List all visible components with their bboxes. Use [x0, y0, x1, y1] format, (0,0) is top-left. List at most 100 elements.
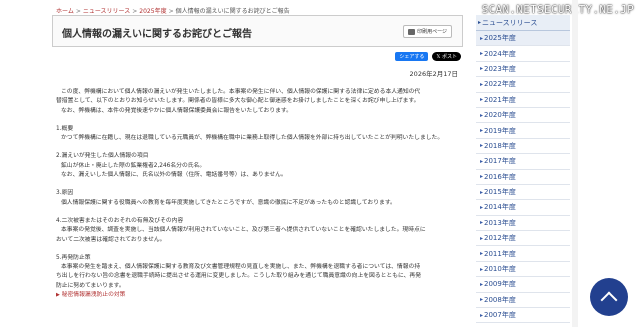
sidebar-item-label: 2009年度 [484, 280, 516, 289]
page-title: 個人情報の漏えいに関するお詫びとご報告 [62, 29, 252, 40]
sidebar-item-label: 2022年度 [484, 80, 516, 89]
chevron-right-icon: ▸ [480, 296, 484, 304]
link-arrow-icon: ▶ [56, 292, 60, 299]
chevron-right-icon: ▸ [480, 80, 484, 88]
sidebar-item-label: 2019年度 [484, 126, 516, 135]
chevron-right-icon: ▸ [480, 127, 484, 135]
section-4-text-1: 本事案の発覚後、調査を実施し、当該個人情報が利用されていないこと、及び第三者へ提… [61, 227, 426, 234]
intro-line-3: なお、弊機構は、本件の発覚後速やかに個人情報保護委員会に報告をいたしております。 [61, 107, 292, 114]
sidebar-item-year[interactable]: ▸ 2014年度 [476, 200, 570, 216]
sidebar-item-label: 2018年度 [484, 141, 516, 150]
chevron-right-icon: ▸ [480, 34, 484, 42]
release-date: 2026年2月17日 [409, 70, 458, 78]
chevron-right-icon: ▸ [480, 173, 484, 181]
chevron-right-icon: ▸ [480, 157, 484, 165]
section-5-text-1: 本事案の発生を踏まえ、個人情報保護に関する教育及び文書管理規程の見直しを実施し、… [61, 264, 421, 271]
sidebar-item-label: 2014年度 [484, 203, 516, 212]
sidebar-item-label: 2020年度 [484, 111, 516, 120]
sidebar-item-year[interactable]: ▸ 2015年度 [476, 185, 570, 201]
sidebar-item-label: 2010年度 [484, 265, 516, 274]
share-buttons: シェアする 𝕏 ポスト [395, 52, 461, 61]
breadcrumb: ホーム > ニュースリリース >2025年度 > 個人情報の漏えいに関するお詫びとご報告 [56, 8, 290, 15]
section-5-text-3: 防止に努めてまいります。 [56, 282, 125, 289]
printer-icon [408, 28, 416, 35]
sidebar-item-year[interactable]: ▸ 2016年度 [476, 170, 570, 185]
section-2-heading: 2.漏えいが発生した個人情報の項目 [56, 153, 149, 160]
related-link-label: 秘密情報漏洩防止の対策 [61, 292, 126, 299]
sidebar-item-year[interactable]: ▸ 2009年度 [476, 277, 570, 293]
x-post-button[interactable]: 𝕏 ポスト [432, 52, 461, 61]
sidebar-item-year[interactable]: ▸ 2007年度 [476, 308, 570, 324]
chevron-right-icon: ▸ [480, 65, 484, 73]
chevron-right-icon: ▸ [480, 142, 484, 150]
x-post-label: ポスト [441, 54, 457, 60]
breadcrumb-current: 個人情報の漏えいに関するお詫びとご報告 [175, 8, 290, 15]
chevron-up-icon [600, 291, 618, 309]
chevron-right-icon: ▸ [480, 111, 484, 119]
sidebar-item-label: 2013年度 [484, 218, 516, 227]
chevron-right-icon: ▸ [480, 234, 484, 242]
sidebar-item-label: 2008年度 [484, 295, 516, 304]
sidebar-item-year[interactable]: ▸ 2018年度 [476, 139, 570, 155]
section-5-heading: 5.再発防止策 [56, 254, 91, 261]
sidebar-item-year[interactable]: ▸ 2012年度 [476, 231, 570, 247]
breadcrumb-news[interactable]: ニュースリリース [83, 8, 130, 15]
scrollbar[interactable] [572, 0, 578, 327]
chevron-right-icon: ▸ [480, 311, 484, 319]
page-title-box: 個人情報の漏えいに関するお詫びとご報告 印刷用ページ [52, 15, 463, 47]
sidebar-item-year[interactable]: ▸ 2011年度 [476, 246, 570, 262]
chevron-right-icon: ▸ [480, 280, 484, 288]
article-body: この度、弊機構において個人情報の漏えいが発生いたしました。本事案の発生に伴い、個… [56, 88, 458, 300]
sidebar-item-label: 2007年度 [484, 311, 516, 320]
sidebar-item-year[interactable]: ▸ 2024年度 [476, 46, 570, 62]
intro-line-1: この度、弊機構において個人情報の漏えいが発生いたしました。本事案の発生に伴い、個… [61, 89, 421, 95]
chevron-right-icon: ▸ [480, 96, 484, 104]
section-1-heading: 1.概要 [56, 125, 74, 132]
related-link[interactable]: ▶ 秘密情報漏洩防止の対策 [56, 291, 458, 300]
sidebar-year-list: ▸ 2025年度 ▸ 2024年度 ▸ 2023年度 ▸ 2022年度 ▸ 2021年度 ▸ 2020… [476, 31, 570, 324]
chevron-right-icon: ▸ [480, 265, 484, 273]
sidebar-heading[interactable]: ▸ ニュースリリース [476, 15, 570, 31]
section-4-text-2: おいて二次被害は確認されておりません。 [56, 236, 166, 243]
sidebar-item-year[interactable]: ▸ 2008年度 [476, 293, 570, 309]
main-content: 個人情報の漏えいに関するお詫びとご報告 印刷用ページ シェアする 𝕏 ポスト 2… [50, 15, 465, 327]
chevron-right-icon: ▸ [480, 50, 484, 58]
chevron-right-icon: ▸ [480, 203, 484, 211]
section-4-heading: 4.二次被害またはそのおそれの有無及びその内容 [56, 217, 184, 224]
breadcrumb-year[interactable]: 2025年度 [139, 8, 166, 15]
breadcrumb-home[interactable]: ホーム [56, 8, 74, 15]
sidebar: ▸ ニュースリリース ▸ 2025年度 ▸ 2024年度 ▸ 2023年度 ▸ 2022年度 ▸ 2… [476, 15, 570, 327]
sidebar-item-label: 2024年度 [484, 49, 516, 58]
intro-line-2: 替措置として、以下のとおりお知らせいたします。関係者の皆様に多大な御心配と御迷惑… [56, 98, 420, 105]
print-label: 印刷用ページ [417, 29, 447, 35]
sidebar-item-year[interactable]: ▸ 2010年度 [476, 262, 570, 278]
sidebar-heading-label: ニュースリリース [482, 18, 538, 27]
sidebar-item-year[interactable]: ▸ 2025年度 [476, 31, 570, 47]
section-3-text: 個人情報保護に関する役職員への教育を毎年度実施してきたところですが、意識の徹底に… [61, 199, 396, 206]
print-button[interactable]: 印刷用ページ [403, 25, 452, 38]
sidebar-item-year[interactable]: ▸ 2020年度 [476, 108, 570, 124]
sidebar-item-year[interactable]: ▸ 2019年度 [476, 123, 570, 139]
sidebar-item-year[interactable]: ▸ 2022年度 [476, 77, 570, 93]
sidebar-item-year[interactable]: ▸ 2021年度 [476, 93, 570, 108]
section-3-heading: 3.原因 [56, 190, 74, 197]
chevron-right-icon: ▸ [478, 19, 482, 26]
sidebar-item-year[interactable]: ▸ 2013年度 [476, 216, 570, 232]
facebook-share-button[interactable]: シェアする [395, 52, 429, 61]
sidebar-item-label: 2015年度 [484, 188, 516, 197]
sidebar-item-label: 2023年度 [484, 64, 516, 73]
sidebar-item-label: 2025年度 [484, 34, 516, 43]
sidebar-item-label: 2016年度 [484, 172, 516, 181]
section-2-text-2: なお、漏えいした個人情報に、氏名以外の情報（住所、電話番号等）は、ありません。 [61, 172, 287, 179]
sidebar-item-label: 2012年度 [484, 234, 516, 243]
chevron-right-icon: ▸ [480, 250, 484, 258]
chevron-right-icon: ▸ [480, 219, 484, 227]
sidebar-item-label: 2021年度 [484, 95, 516, 104]
back-to-top-button[interactable] [590, 278, 628, 316]
section-2-text-1: 鉱山が休止・廃止した際の鉱業権者2,246名分の氏名。 [61, 162, 206, 169]
sidebar-item-year[interactable]: ▸ 2017年度 [476, 154, 570, 170]
sidebar-item-label: 2017年度 [484, 157, 516, 166]
chevron-right-icon: ▸ [480, 188, 484, 196]
sidebar-item-year[interactable]: ▸ 2023年度 [476, 62, 570, 78]
section-1-text: かつて弊機構に在籍し、現在は退職している元職員が、弊機構在職中に業務上取得した個… [61, 135, 444, 142]
